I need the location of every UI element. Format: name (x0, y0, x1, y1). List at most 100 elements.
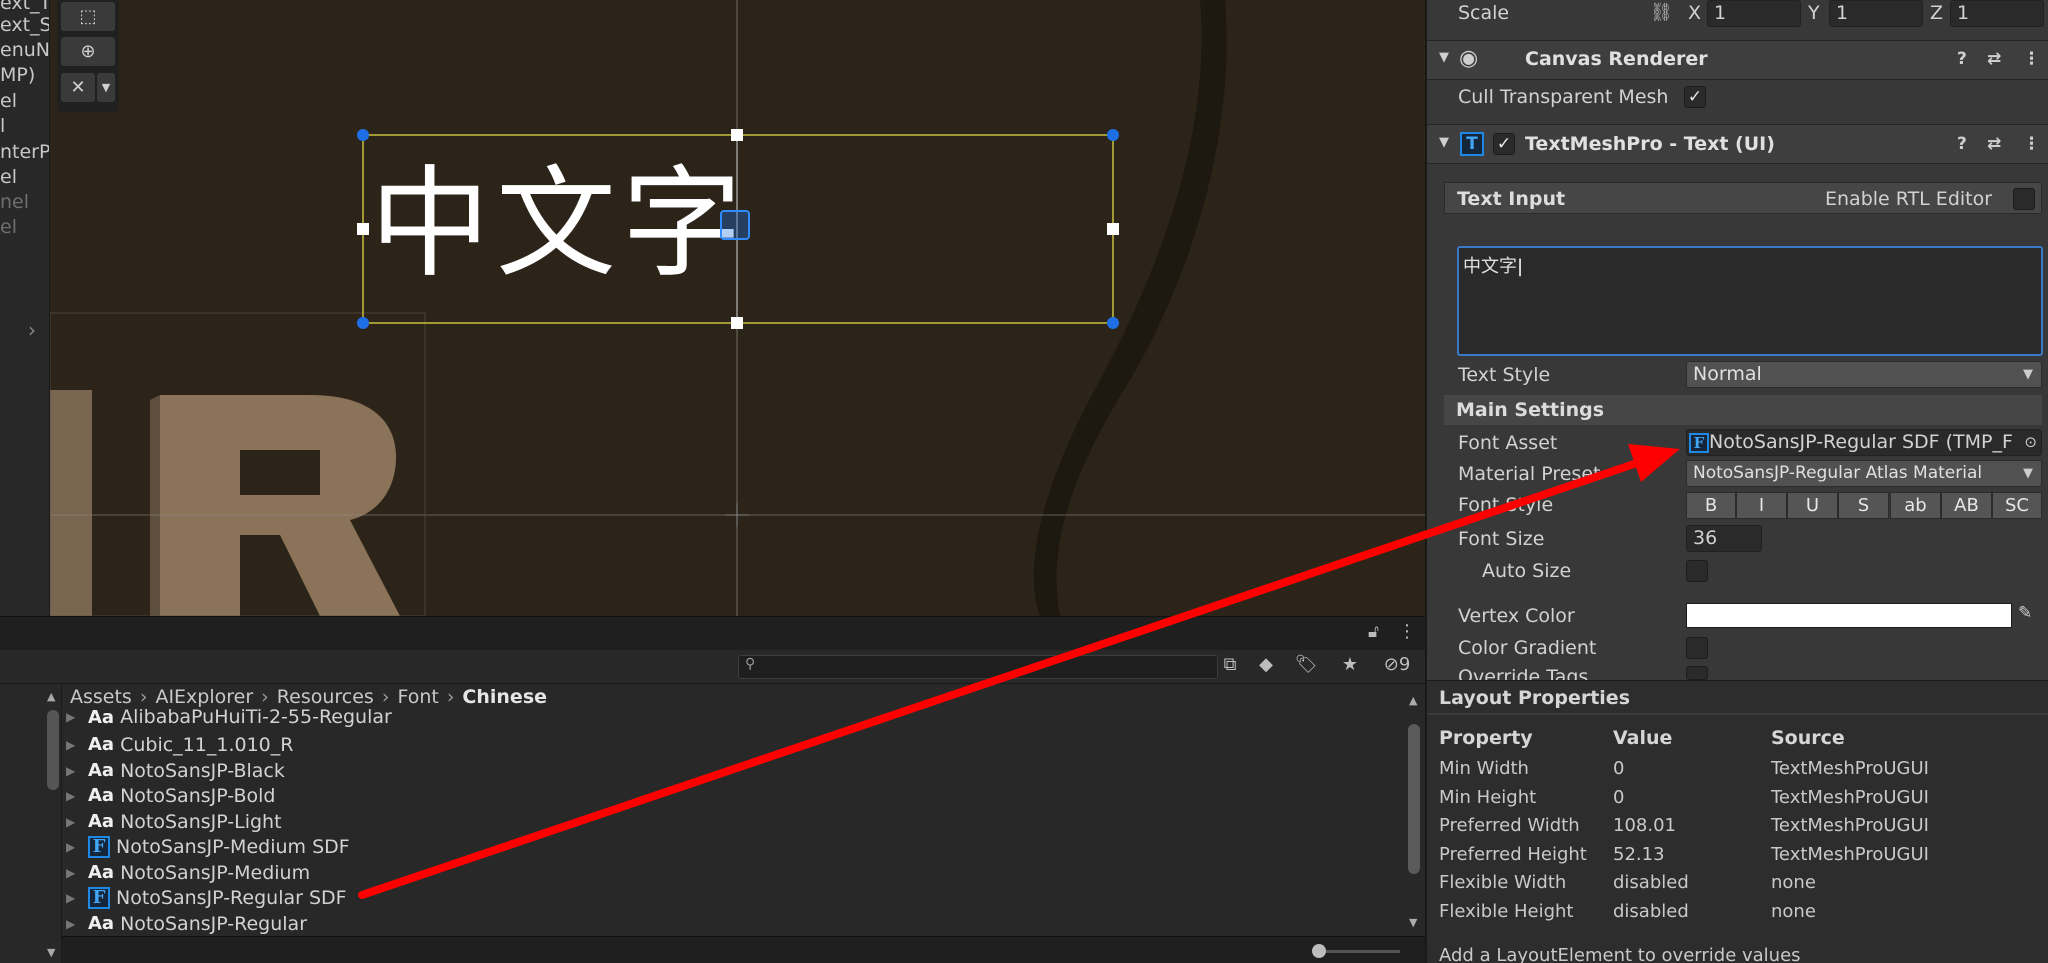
auto-size-checkbox[interactable] (1686, 560, 1708, 582)
scroll-down-icon[interactable]: ▼ (1409, 916, 1417, 929)
scroll-up-icon[interactable]: ▲ (47, 690, 55, 703)
rect-tool-icon[interactable]: ⬚ (61, 2, 115, 31)
hierarchy-item[interactable]: nel (0, 191, 29, 213)
scale-z-field[interactable]: 1 (1950, 0, 2044, 27)
hierarchy-item[interactable]: el (0, 216, 17, 238)
rtl-editor-checkbox[interactable] (2013, 188, 2035, 210)
vertex-color-swatch[interactable] (1686, 603, 2012, 628)
list-item[interactable]: ▶ Aa NotoSansJP-Regular (66, 911, 307, 936)
transform-tool-icon[interactable]: ⊕ (61, 37, 115, 66)
override-tags-checkbox[interactable] (1686, 666, 1708, 680)
favorites-star-icon[interactable]: ★ (1334, 654, 1366, 680)
chevron-down-icon[interactable]: ▼ (97, 73, 115, 102)
hierarchy-item[interactable]: el (0, 166, 17, 188)
folder-tree-scrollbar[interactable] (47, 710, 59, 790)
presets-icon[interactable]: ⇄ (1987, 134, 2001, 154)
breadcrumb-item-current[interactable]: Chinese (462, 686, 547, 708)
list-item[interactable]: ▶ Aa NotoSansJP-Black (66, 758, 285, 783)
expand-triangle-icon[interactable]: ▶ (66, 917, 88, 931)
resize-handle[interactable] (731, 129, 743, 141)
breadcrumb-item[interactable]: AIExplorer (155, 686, 253, 708)
expand-triangle-icon[interactable]: ▶ (66, 789, 88, 803)
search-by-type-icon[interactable]: ⧉ (1214, 654, 1246, 680)
italic-button[interactable]: I (1736, 492, 1787, 519)
scroll-up-icon[interactable]: ▲ (1409, 694, 1417, 707)
uppercase-button[interactable]: AB (1941, 492, 1992, 519)
hierarchy-item[interactable]: nterPr (0, 141, 49, 163)
scene-view[interactable]: 中文字 (50, 0, 1425, 616)
expand-triangle-icon[interactable]: ▶ (66, 710, 88, 724)
breadcrumb-item[interactable]: Assets (70, 686, 132, 708)
hierarchy-item[interactable]: MP) (0, 64, 35, 86)
anchor-handle[interactable] (357, 129, 369, 141)
asset-list-scrollbar[interactable] (1408, 724, 1420, 874)
material-preset-dropdown[interactable]: NotoSansJP-Regular Atlas Material ▼ (1686, 460, 2042, 487)
help-icon[interactable]: ? (1957, 49, 1967, 69)
more-options-icon[interactable]: ⋮ (2023, 134, 2040, 154)
scale-y-field[interactable]: 1 (1829, 0, 1923, 27)
constrain-proportions-icon[interactable]: ⛓︎ (1650, 2, 1673, 23)
color-gradient-checkbox[interactable] (1686, 637, 1708, 659)
strikethrough-button[interactable]: S (1838, 492, 1889, 519)
font-asset-field[interactable]: F NotoSansJP-Regular SDF (TMP_F ⊙ (1686, 429, 2042, 456)
hierarchy-item[interactable]: el (0, 90, 17, 112)
eyedropper-icon[interactable]: ✎ (2018, 603, 2032, 623)
breadcrumb-item[interactable]: Font (397, 686, 438, 708)
cull-transparent-checkbox[interactable]: ✓ (1684, 86, 1706, 108)
resize-handle[interactable] (1107, 223, 1119, 235)
resize-handle[interactable] (731, 317, 743, 329)
hierarchy-item[interactable]: ext_Ti (0, 0, 49, 14)
hierarchy-item[interactable]: ext_Su (0, 14, 49, 36)
lowercase-button[interactable]: ab (1890, 492, 1941, 519)
font-size-field[interactable]: 36 (1686, 525, 1762, 552)
search-input[interactable] (738, 655, 1218, 679)
expand-triangle-icon[interactable]: ▶ (66, 866, 88, 880)
more-options-icon[interactable]: ⋮ (2023, 49, 2040, 69)
foldout-arrow-icon[interactable]: ▼ (1439, 50, 1449, 65)
expand-triangle-icon[interactable]: ▶ (66, 840, 88, 854)
hierarchy-item[interactable]: enuNa (0, 39, 49, 61)
foldout-arrow-icon[interactable]: ▼ (1439, 135, 1449, 150)
filter-by-type-icon[interactable]: ◆ (1250, 654, 1282, 680)
icon-size-slider-knob[interactable] (1312, 944, 1326, 958)
anchor-handle[interactable] (1107, 317, 1119, 329)
scroll-down-icon[interactable]: ▼ (47, 946, 55, 959)
expand-triangle-icon[interactable]: ▶ (66, 815, 88, 829)
list-item[interactable]: ▶ F NotoSansJP-Medium SDF (66, 834, 350, 859)
breadcrumb-item[interactable]: Resources (277, 686, 374, 708)
text-input-area[interactable]: 中文字| (1457, 246, 2043, 356)
resize-handle[interactable] (357, 223, 369, 235)
bold-button[interactable]: B (1686, 492, 1736, 519)
list-item[interactable]: ▶ Aa NotoSansJP-Medium (66, 860, 310, 885)
expand-triangle-icon[interactable]: ▶ (66, 738, 88, 752)
list-item[interactable]: ▶ Aa Cubic_11_1.010_R (66, 732, 293, 757)
pivot-handle-icon[interactable] (720, 210, 750, 240)
collapse-chevron-icon[interactable]: › (28, 318, 36, 342)
hidden-packages-icon[interactable]: ⊘9 (1372, 654, 1422, 680)
tmp-component-header[interactable]: ▼ T ✓ TextMeshPro - Text (UI) ? ⇄ ⋮ (1427, 124, 2048, 164)
filter-by-label-icon[interactable]: 🏷︎ (1290, 654, 1322, 680)
presets-icon[interactable]: ⇄ (1987, 49, 2001, 69)
expand-triangle-icon[interactable]: ▶ (66, 891, 88, 905)
component-enabled-checkbox[interactable]: ✓ (1493, 133, 1515, 155)
custom-tools-icon[interactable]: ✕ (61, 73, 95, 102)
list-item[interactable]: ▶ Aa NotoSansJP-Bold (66, 783, 275, 808)
text-style-dropdown[interactable]: Normal ▼ (1686, 361, 2042, 388)
anchor-handle[interactable] (357, 317, 369, 329)
smallcaps-button[interactable]: SC (1992, 492, 2042, 519)
hierarchy-item[interactable]: l (0, 115, 5, 137)
icon-size-slider[interactable] (1320, 950, 1400, 953)
object-picker-icon[interactable]: ⊙ (2024, 430, 2037, 455)
help-icon[interactable]: ? (1957, 134, 1967, 154)
anchor-handle[interactable] (1107, 129, 1119, 141)
list-item[interactable]: ▶ Aa NotoSansJP-Light (66, 809, 282, 834)
underline-button[interactable]: U (1787, 492, 1838, 519)
scene-text-object[interactable]: 中文字 (370, 160, 748, 290)
list-item[interactable]: ▶ F NotoSansJP-Regular SDF (66, 885, 347, 910)
scale-x-field[interactable]: 1 (1707, 0, 1801, 27)
canvas-renderer-header[interactable]: ▼ ◉ Canvas Renderer ? ⇄ ⋮ (1427, 40, 2048, 80)
lock-icon[interactable]: 🔓︎ (1368, 622, 1379, 642)
expand-triangle-icon[interactable]: ▶ (66, 764, 88, 778)
list-item[interactable]: ▶ Aa AlibabaPuHuiTi-2-55-Regular (66, 707, 392, 727)
more-options-icon[interactable]: ⋮ (1398, 621, 1416, 642)
